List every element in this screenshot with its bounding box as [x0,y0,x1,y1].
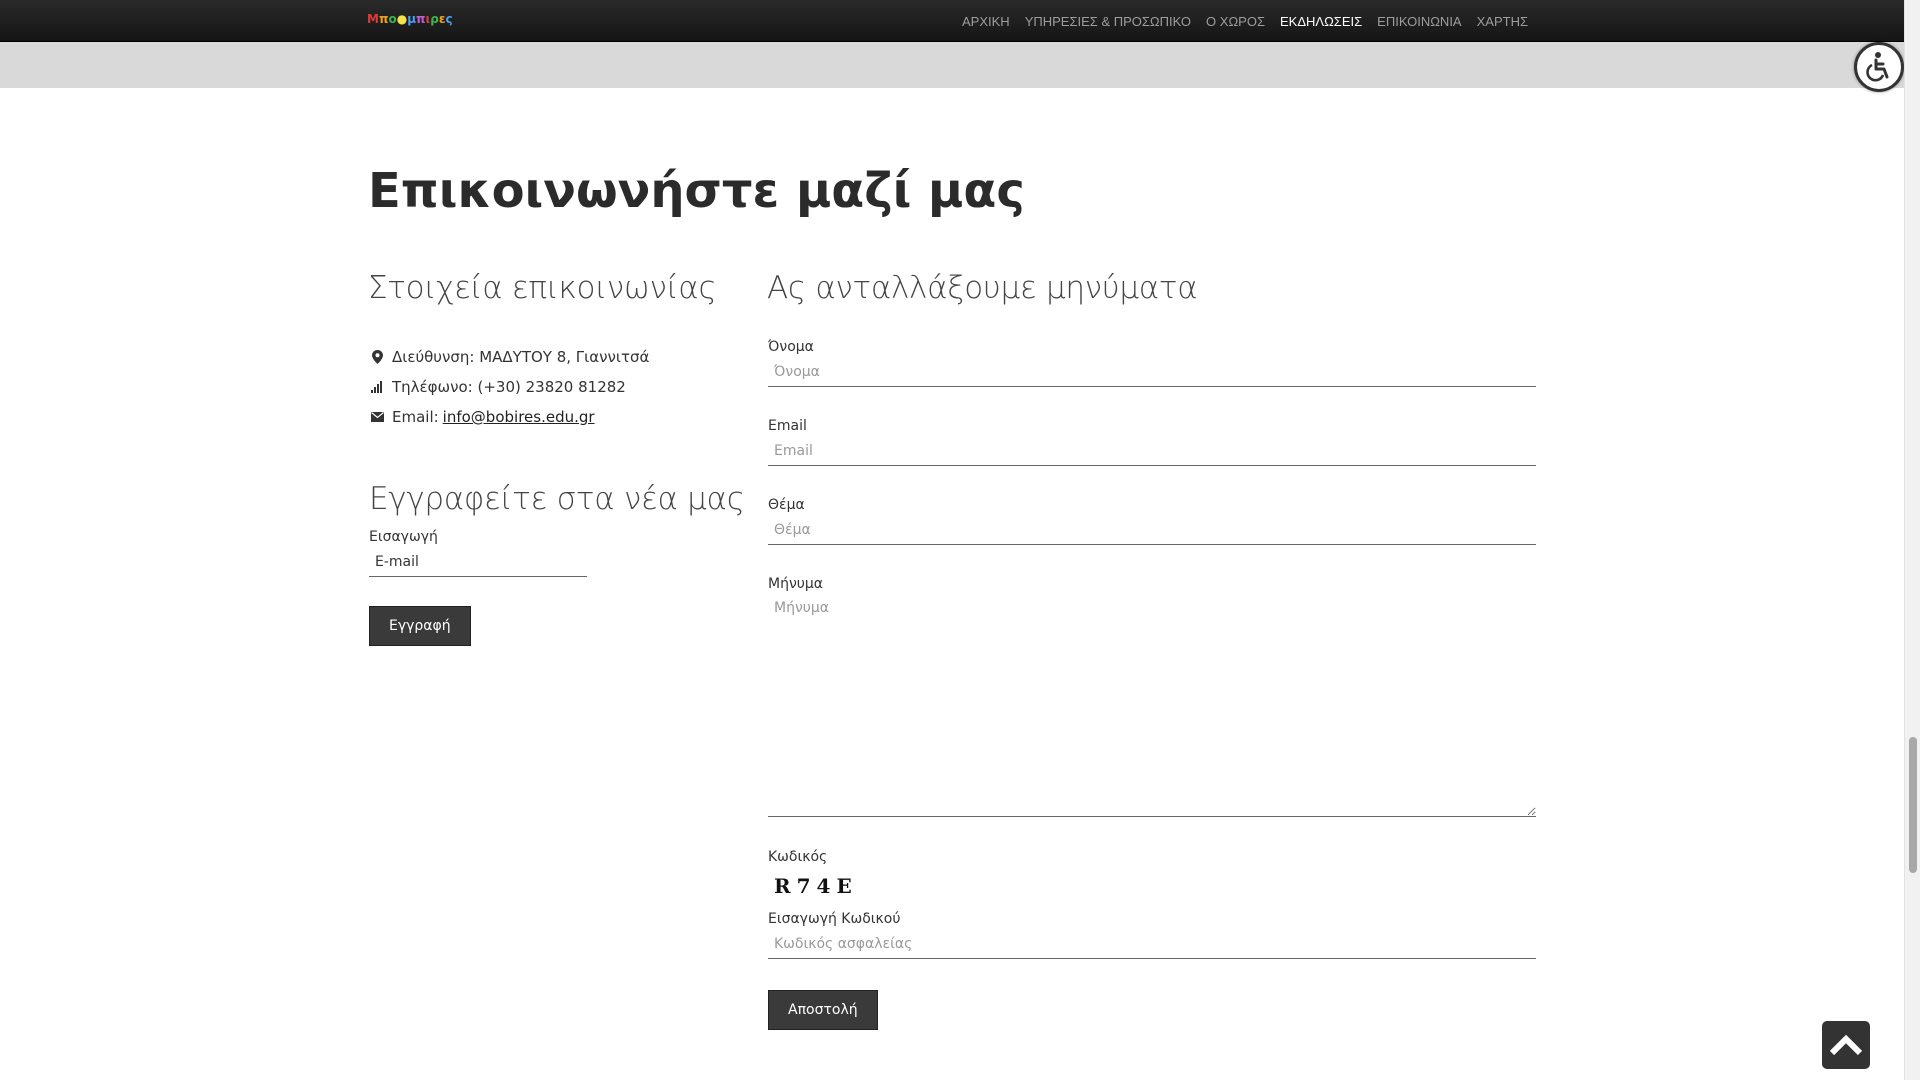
nav-item-0[interactable]: ΑΡΧΙΚΗ [962,14,1010,29]
contact-address-text: Διεύθυνση: ΜΑΔΥΤΟΥ 8, Γιαννιτσά [392,348,650,366]
page-title: Επικοινωνήστε μαζί μας [368,163,1025,219]
scrollbar-thumb[interactable] [1909,737,1917,873]
newsletter-email-input[interactable] [369,547,587,577]
signal-bars-icon [370,380,384,394]
map-marker-icon [370,350,384,364]
subject-label: Θέμα [768,497,805,513]
top-navbar: Μπο●μπιρες ΑΡΧΙΚΗ ΥΠΗΡΕΣΙΕΣ & ΠΡΟΣΩΠΙΚΟ Ο … [0,0,1904,42]
page-scrollbar[interactable] [1904,0,1920,1080]
contact-email-link[interactable]: info@bobires.edu.gr [443,408,595,426]
chevron-up-icon [1829,1034,1863,1056]
newsletter-heading: Εγγραφείτε στα νέα μας [369,481,745,517]
logo-char: ο [388,12,397,26]
nav-item-2[interactable]: Ο ΧΩΡΟΣ [1206,14,1265,29]
logo-char: ● [396,12,408,26]
logo-char: ς [445,12,453,26]
page-banner-band [0,42,1904,88]
captcha-input[interactable] [768,929,1536,959]
name-label: Όνομα [768,339,814,355]
nav-item-4[interactable]: ΕΠΙΚΟΙΝΩΝΙΑ [1377,14,1461,29]
send-message-button[interactable]: Αποστολή [768,990,878,1030]
site-logo[interactable]: Μπο●μπιρες [367,12,453,26]
logo-char: ρ [430,12,439,26]
logo-char: π [378,12,389,26]
nav-item-5[interactable]: ΧΑΡΤΗΣ [1477,14,1528,29]
logo-char: π [416,12,426,26]
nav-item-3[interactable]: ΕΚΔΗΛΩΣΕΙΣ [1280,14,1362,29]
subject-input[interactable] [768,515,1536,545]
scroll-to-top-button[interactable] [1822,1021,1870,1069]
main-menu: ΑΡΧΙΚΗ ΥΠΗΡΕΣΙΕΣ & ΠΡΟΣΩΠΙΚΟ Ο ΧΩΡΟΣ ΕΚΔΗΛΩ… [962,0,1528,42]
nav-item-1[interactable]: ΥΠΗΡΕΣΙΕΣ & ΠΡΟΣΩΠΙΚΟ [1025,14,1191,29]
accessibility-button[interactable] [1854,42,1904,92]
contact-details-heading: Στοιχεία επικοινωνίας [368,270,717,306]
contact-address: Διεύθυνση: ΜΑΔΥΤΟΥ 8, Γιαννιτσά [370,342,649,372]
logo-char: Μ [367,12,379,26]
newsletter-label: Εισαγωγή [369,529,438,545]
message-label: Μήνυμα [768,576,824,592]
contact-email-prefix: Email: [392,408,439,426]
name-input[interactable] [768,357,1536,387]
email-label: Email [768,418,807,434]
captcha-label: Κωδικός [768,849,828,865]
contact-phone: Τηλέφωνο: (+30) 23820 81282 [370,372,649,402]
newsletter-subscribe-button[interactable]: Εγγραφή [369,606,471,646]
contact-email: Email: info@bobires.edu.gr [370,402,649,432]
envelope-icon [370,410,384,424]
contact-phone-text: Τηλέφωνο: (+30) 23820 81282 [392,378,626,396]
message-textarea[interactable] [768,594,1536,817]
wheelchair-icon [1866,52,1889,82]
email-input[interactable] [768,436,1536,466]
logo-char: ε [438,12,446,26]
captcha-input-label: Εισαγωγή Κωδικού [768,911,901,927]
logo-char: μ [407,12,417,26]
contact-details-list: Διεύθυνση: ΜΑΔΥΤΟΥ 8, Γιαννιτσά Τηλέφωνο… [370,342,649,432]
captcha-image: R74E [774,874,858,898]
message-form-heading: Ας ανταλλάξουμε μηνύματα [767,270,1198,306]
